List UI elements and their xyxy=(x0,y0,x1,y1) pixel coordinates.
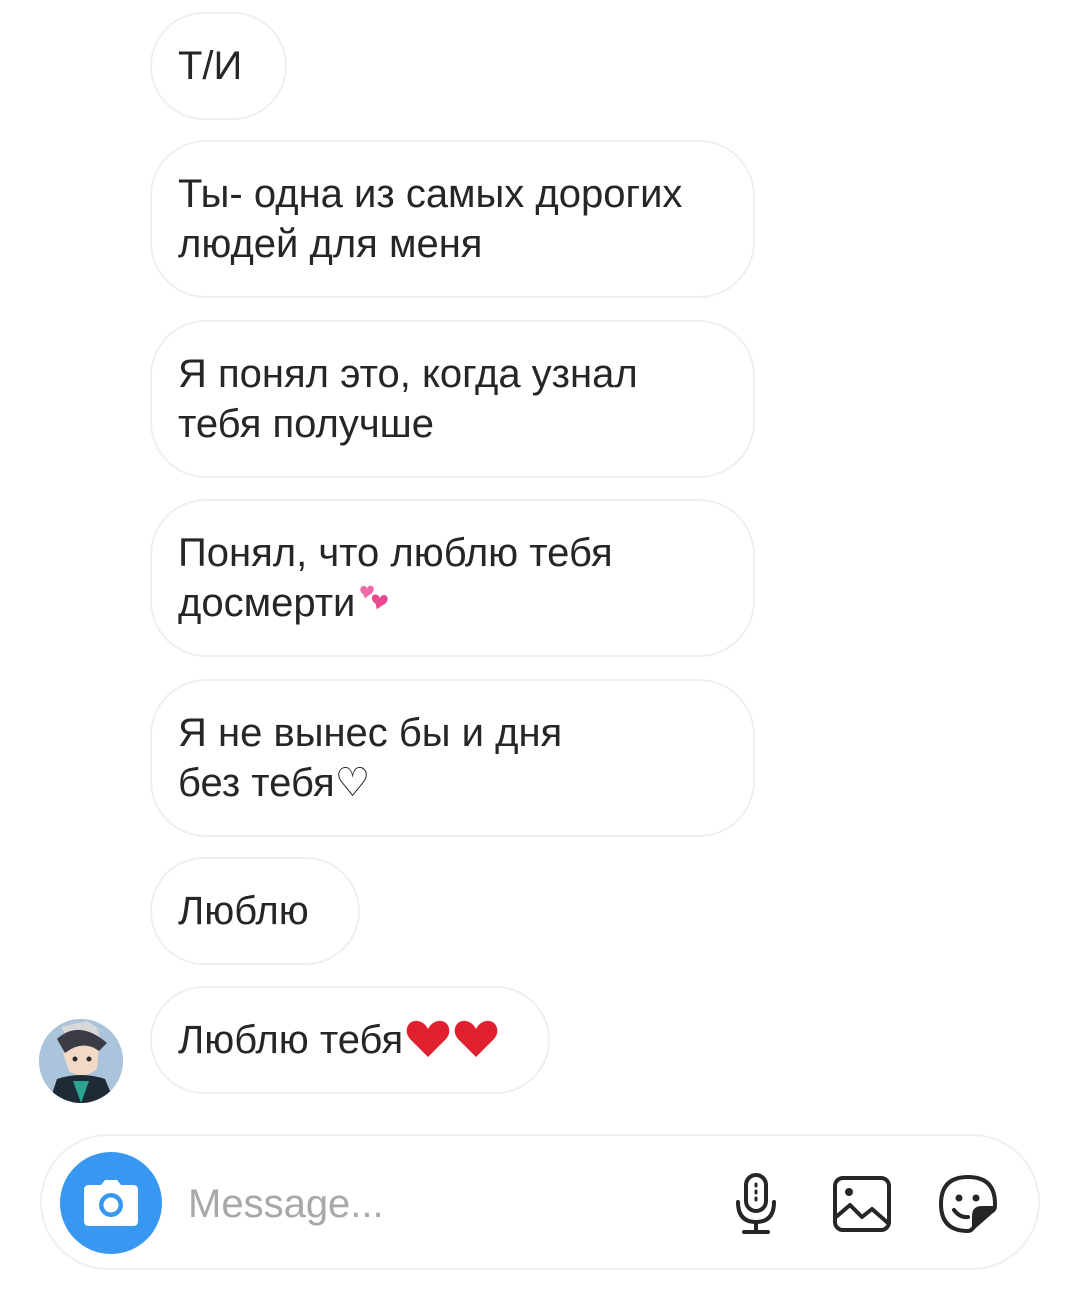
message-text: Люблю тебя xyxy=(178,1015,499,1065)
microphone-button[interactable] xyxy=(724,1172,788,1236)
message-bubble[interactable]: Люблю xyxy=(150,857,360,965)
avatar-image xyxy=(39,1019,123,1103)
microphone-icon xyxy=(736,1173,776,1234)
message-text: Понял, что люблю тебя досмерти xyxy=(178,531,613,625)
message-bubble[interactable]: Я не вынес бы и дня без тебя♡ xyxy=(150,679,755,837)
message-composer xyxy=(40,1134,1040,1270)
message-bubble[interactable]: Т/И xyxy=(150,12,287,120)
message-bubble[interactable]: Я понял это, когда узнал тебя получше xyxy=(150,320,755,478)
sticker-icon xyxy=(939,1175,997,1233)
gallery-button[interactable] xyxy=(830,1172,894,1236)
message-text: Т/И xyxy=(178,44,243,88)
red-heart-emoji-icon xyxy=(406,1020,450,1057)
message-text: Я понял это, когда узнал тебя получше xyxy=(178,352,638,446)
camera-icon xyxy=(84,1180,138,1226)
sticker-button[interactable] xyxy=(936,1172,1000,1236)
message-text: Я не вынес бы и дня без тебя♡ xyxy=(178,711,563,805)
message-text: Ты- одна из самых дорогих людей для меня xyxy=(178,172,683,266)
avatar[interactable] xyxy=(39,1019,123,1103)
message-bubble[interactable]: Люблю тебя xyxy=(150,986,550,1094)
message-text: Люблю xyxy=(178,889,309,933)
two-hearts-emoji-icon xyxy=(360,585,389,610)
message-bubble[interactable]: Понял, что люблю тебя досмерти xyxy=(150,499,755,657)
message-bubble[interactable]: Ты- одна из самых дорогих людей для меня xyxy=(150,140,755,298)
red-heart-emoji-icon xyxy=(454,1020,498,1057)
camera-button[interactable] xyxy=(60,1152,162,1254)
message-input[interactable] xyxy=(188,1174,688,1234)
gallery-icon xyxy=(833,1176,891,1232)
